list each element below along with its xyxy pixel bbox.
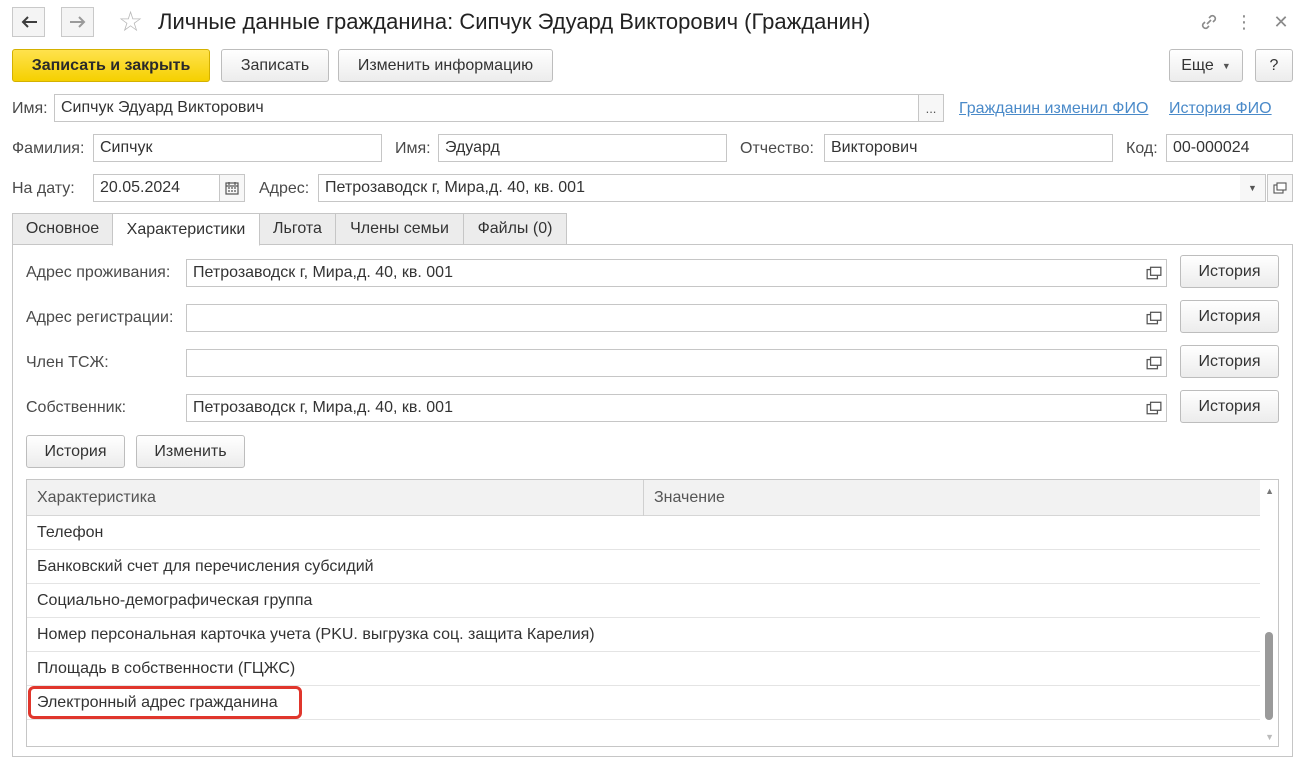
arrow-left-icon [21,16,37,28]
dropdown-icon: ▼ [1221,60,1231,71]
residence-history-button[interactable]: История [1180,255,1279,288]
residence-address-label: Адрес проживания: [26,264,171,281]
address-dropdown-button[interactable]: ▼ [1240,174,1266,202]
row-characteristic: Номер персональная карточка учета (PKU. … [37,626,595,643]
first-name-label: Имя: [395,140,431,157]
open-icon[interactable] [1146,356,1162,370]
more-label: Еще [1181,56,1214,74]
tab-family-members[interactable]: Члены семьи [335,213,464,245]
surname-field[interactable]: Сипчук [93,134,382,162]
hoa-history-button[interactable]: История [1180,345,1279,378]
open-icon[interactable] [1146,401,1162,415]
open-icon [1273,182,1287,194]
fio-history-link[interactable]: История ФИО [1169,99,1272,119]
address-label: Адрес: [259,180,310,197]
patronymic-label: Отчество: [740,140,814,157]
residence-address-field[interactable]: Петрозаводск г, Мира,д. 40, кв. 001 [186,259,1167,287]
row-characteristic: Социально-демографическая группа [37,592,313,609]
scrollbar-thumb[interactable] [1265,632,1273,720]
hoa-member-label: Член ТСЖ: [26,354,109,371]
column-header-characteristic[interactable]: Характеристика [27,480,643,516]
link-icon[interactable] [1196,8,1222,36]
table-row[interactable]: Банковский счет для перечисления субсиди… [27,550,1261,584]
address-open-button[interactable] [1267,174,1293,202]
close-icon[interactable]: ✕ [1268,8,1294,36]
row-characteristic: Электронный адрес гражданина [37,694,278,711]
name-field[interactable]: Сипчук Эдуард Викторович [54,94,919,122]
row-characteristic: Телефон [37,524,104,541]
save-and-close-button[interactable]: Записать и закрыть [12,49,210,82]
characteristics-table[interactable]: Характеристика Значение Телефон Банковск… [26,479,1279,747]
registration-address-label: Адрес регистрации: [26,309,174,326]
vertical-scrollbar[interactable]: ▲ ▼ [1260,480,1278,746]
date-label: На дату: [12,180,75,197]
tab-benefit[interactable]: Льгота [259,213,336,245]
registration-history-button[interactable]: История [1180,300,1279,333]
star-icon[interactable]: ☆ [118,7,143,37]
calendar-icon [225,182,239,195]
name-label: Имя: [12,100,48,117]
address-field[interactable]: Петрозаводск г, Мира,д. 40, кв. 001 [318,174,1241,202]
tab-characteristics[interactable]: Характеристики [112,213,260,246]
open-icon[interactable] [1146,311,1162,325]
owner-history-button[interactable]: История [1180,390,1279,423]
table-header: Характеристика Значение [27,480,1261,516]
table-history-button[interactable]: История [26,435,125,468]
code-field[interactable]: 00-000024 [1166,134,1293,162]
owner-field[interactable]: Петрозаводск г, Мира,д. 40, кв. 001 [186,394,1167,422]
owner-value: Петрозаводск г, Мира,д. 40, кв. 001 [193,399,453,416]
tab-files[interactable]: Файлы (0) [463,213,567,245]
table-row[interactable]: Телефон [27,516,1261,550]
change-info-button[interactable]: Изменить информацию [338,49,553,82]
tab-main[interactable]: Основное [12,213,113,245]
dropdown-icon: ▼ [1248,183,1257,193]
table-row[interactable]: Социально-демографическая группа [27,584,1261,618]
registration-address-field[interactable] [186,304,1167,332]
row-characteristic: Банковский счет для перечисления субсиди… [37,558,374,575]
patronymic-field[interactable]: Викторович [824,134,1113,162]
scroll-down-icon[interactable]: ▼ [1265,732,1274,742]
hoa-member-field[interactable] [186,349,1167,377]
table-row[interactable]: Площадь в собственности (ГЦЖС) [27,652,1261,686]
forward-button[interactable] [61,7,94,37]
row-characteristic: Площадь в собственности (ГЦЖС) [37,660,296,677]
open-icon[interactable] [1146,266,1162,280]
name-select-button[interactable]: ... [918,94,944,122]
back-button[interactable] [12,7,45,37]
scroll-up-icon[interactable]: ▲ [1265,486,1274,496]
window-title: Личные данные гражданина: Сипчук Эдуард … [158,9,871,34]
table-row[interactable]: Номер персональная карточка учета (PKU. … [27,618,1261,652]
first-name-field[interactable]: Эдуард [438,134,727,162]
code-label: Код: [1126,140,1158,157]
surname-label: Фамилия: [12,140,85,157]
residence-address-value: Петрозаводск г, Мира,д. 40, кв. 001 [193,264,453,281]
owner-label: Собственник: [26,399,127,416]
table-row[interactable]: Электронный адрес гражданина [27,686,1261,720]
date-field[interactable]: 20.05.2024 [93,174,220,202]
more-button[interactable]: Еще ▼ [1169,49,1243,82]
citizen-changed-fio-link[interactable]: Гражданин изменил ФИО [959,99,1148,119]
column-header-value[interactable]: Значение [644,480,1261,516]
arrow-right-icon [69,16,85,28]
calendar-button[interactable] [219,174,245,202]
save-button[interactable]: Записать [221,49,329,82]
table-change-button[interactable]: Изменить [136,435,245,468]
kebab-menu-icon[interactable]: ⋮ [1231,8,1257,36]
help-button[interactable]: ? [1255,49,1293,82]
